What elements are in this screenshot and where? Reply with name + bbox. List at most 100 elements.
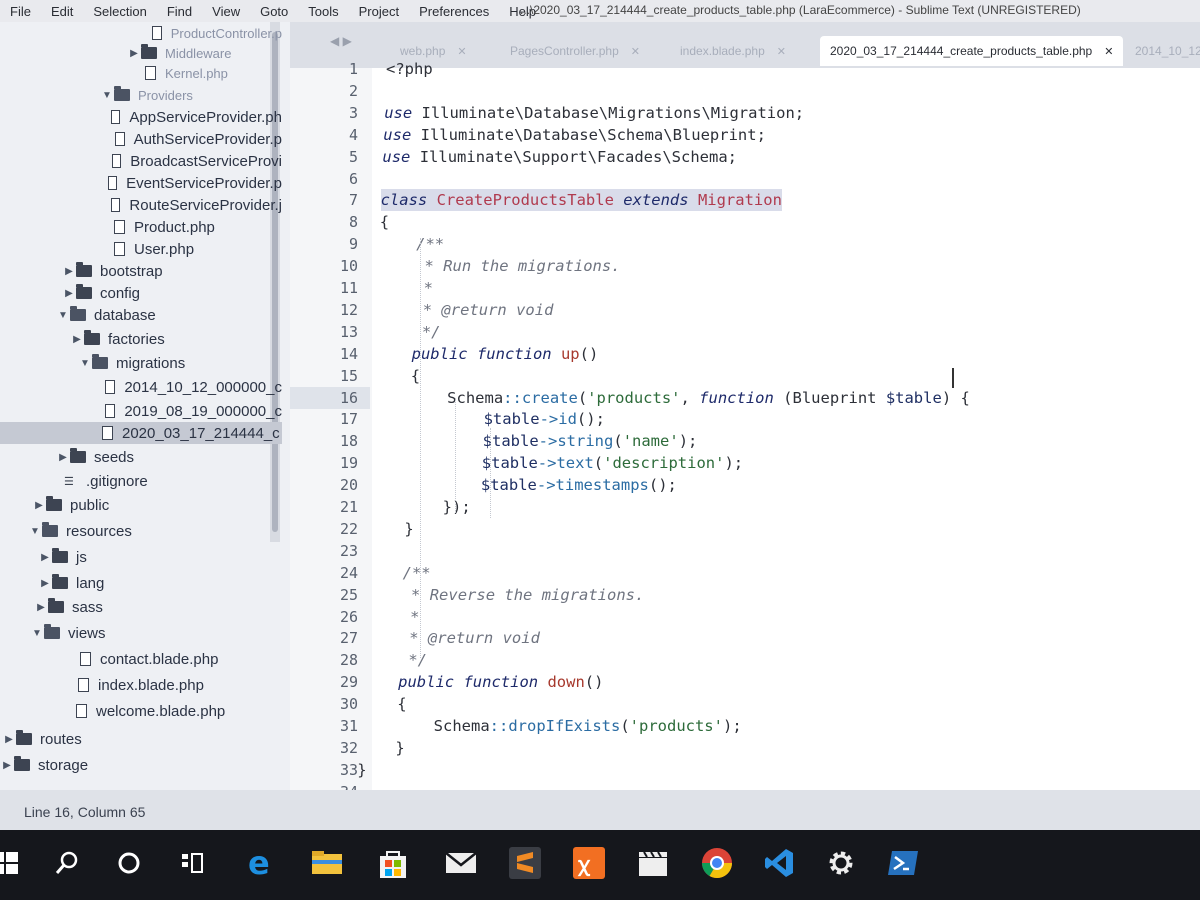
code-line[interactable]: public function down() bbox=[361, 671, 603, 693]
tab-nav-arrows[interactable]: ◀ ▶ bbox=[330, 34, 352, 48]
expanded-arrow-icon[interactable]: ▼ bbox=[30, 628, 44, 639]
tab-file[interactable]: index.blade.php ✕ bbox=[670, 36, 796, 66]
code-line[interactable]: Schema::create('products', function (Blu… bbox=[373, 387, 970, 409]
store-icon[interactable] bbox=[372, 842, 414, 884]
sidebar-folder[interactable]: ▶ Middleware bbox=[0, 42, 282, 64]
sidebar-folder[interactable]: ▶ sass bbox=[0, 596, 282, 618]
sidebar-file[interactable]: ProductController.p bbox=[0, 22, 282, 44]
collapsed-arrow-icon[interactable]: ▶ bbox=[32, 500, 46, 511]
windows-start-icon[interactable] bbox=[0, 842, 28, 884]
collapsed-arrow-icon[interactable]: ▶ bbox=[38, 578, 52, 589]
code-line[interactable]: */ bbox=[362, 649, 427, 671]
menu-item-project[interactable]: Project bbox=[349, 4, 409, 19]
file-explorer-icon[interactable] bbox=[306, 842, 348, 884]
tab-active-file[interactable]: 2020_03_17_214444_create_products_table.… bbox=[820, 36, 1124, 66]
collapsed-arrow-icon[interactable]: ▶ bbox=[56, 452, 70, 463]
tab-file[interactable]: 2014_10_12_ bbox=[1125, 36, 1200, 66]
sidebar-folder[interactable]: ▼ views bbox=[0, 622, 282, 644]
sidebar-folder[interactable]: ▶ public bbox=[0, 494, 282, 516]
collapsed-arrow-icon[interactable]: ▶ bbox=[127, 48, 141, 59]
code-line[interactable]: } bbox=[357, 759, 366, 781]
menu-item-tools[interactable]: Tools bbox=[298, 4, 348, 19]
chrome-icon[interactable] bbox=[696, 842, 738, 884]
menu-item-goto[interactable]: Goto bbox=[250, 4, 298, 19]
sublime-text-icon[interactable] bbox=[504, 842, 546, 884]
xampp-icon[interactable]: ꭓ bbox=[568, 842, 610, 884]
cortana-icon[interactable] bbox=[108, 842, 150, 884]
collapsed-arrow-icon[interactable]: ▶ bbox=[38, 552, 52, 563]
code-line[interactable]: <?php bbox=[386, 58, 433, 80]
sidebar-file[interactable]: 2014_10_12_000000_c bbox=[0, 376, 282, 398]
sidebar-folder[interactable]: ▼ database bbox=[0, 304, 282, 326]
sidebar-folder[interactable]: ▶ config bbox=[0, 282, 282, 304]
sidebar-folder[interactable]: ▶ seeds bbox=[0, 446, 282, 468]
sidebar-folder[interactable]: ▶ storage bbox=[0, 754, 282, 776]
sidebar-file[interactable]: BroadcastServiceProvi bbox=[0, 150, 282, 172]
sidebar-file[interactable]: Kernel.php bbox=[0, 62, 282, 84]
collapsed-arrow-icon[interactable]: ▶ bbox=[2, 734, 16, 745]
sidebar-file[interactable]: 2020_03_17_214444_c bbox=[0, 422, 282, 444]
code-line[interactable]: use Illuminate\Database\Schema\Blueprint… bbox=[383, 124, 766, 146]
code-line[interactable]: use Illuminate\Database\Migrations\Migra… bbox=[384, 102, 804, 124]
code-line[interactable]: class CreateProductsTable extends Migrat… bbox=[380, 189, 782, 212]
collapsed-arrow-icon[interactable]: ▶ bbox=[70, 334, 84, 345]
code-line[interactable]: Schema::dropIfExists('products'); bbox=[359, 715, 742, 737]
sidebar-folder[interactable]: ▶ factories bbox=[0, 328, 282, 350]
sidebar-file[interactable]: contact.blade.php bbox=[0, 648, 282, 670]
sidebar-folder[interactable]: ▼ Providers bbox=[0, 84, 282, 106]
code-line[interactable]: */ bbox=[375, 321, 441, 343]
sidebar-folder[interactable]: ▼ migrations bbox=[0, 352, 282, 374]
expanded-arrow-icon[interactable]: ▼ bbox=[78, 358, 92, 369]
sidebar-file[interactable]: EventServiceProvider.p bbox=[0, 172, 282, 194]
collapsed-arrow-icon[interactable]: ▶ bbox=[62, 288, 76, 299]
code-line[interactable]: } bbox=[358, 737, 404, 759]
sidebar-folder[interactable]: ▶ bootstrap bbox=[0, 260, 282, 282]
expanded-arrow-icon[interactable]: ▼ bbox=[56, 310, 70, 321]
sidebar-file[interactable]: index.blade.php bbox=[0, 674, 282, 696]
code-line[interactable]: * @return void bbox=[376, 299, 554, 321]
expanded-arrow-icon[interactable]: ▼ bbox=[100, 90, 114, 101]
menu-item-selection[interactable]: Selection bbox=[83, 4, 156, 19]
menu-item-view[interactable]: View bbox=[202, 4, 250, 19]
sidebar-folder[interactable]: ▼ resources bbox=[0, 520, 282, 542]
code-line[interactable]: use Illuminate\Support\Facades\Schema; bbox=[382, 146, 737, 168]
code-line[interactable]: * Run the migrations. bbox=[378, 255, 621, 277]
code-line[interactable]: { bbox=[360, 693, 406, 715]
edge-icon[interactable]: e bbox=[240, 842, 282, 884]
sidebar-folder[interactable]: ▶ routes bbox=[0, 728, 282, 750]
sidebar-folder[interactable]: ▶ js bbox=[0, 546, 282, 568]
code-line[interactable]: $table->text('description'); bbox=[370, 452, 743, 474]
sidebar-file[interactable]: ☰ .gitignore bbox=[0, 470, 282, 492]
code-line[interactable]: * @return void bbox=[363, 627, 540, 649]
code-line[interactable]: { bbox=[380, 211, 389, 233]
sidebar-file[interactable]: AuthServiceProvider.p bbox=[0, 128, 282, 150]
collapsed-arrow-icon[interactable]: ▶ bbox=[62, 266, 76, 277]
sidebar-file[interactable]: User.php bbox=[0, 238, 282, 260]
code-line[interactable]: { bbox=[373, 365, 420, 387]
code-line[interactable]: * Reverse the migrations. bbox=[364, 584, 644, 606]
menu-item-edit[interactable]: Edit bbox=[41, 4, 83, 19]
code-line[interactable]: * bbox=[377, 277, 433, 299]
code-line[interactable]: * bbox=[364, 606, 419, 628]
video-editor-icon[interactable] bbox=[632, 842, 674, 884]
code-line[interactable]: $table->id(); bbox=[372, 408, 605, 430]
expanded-arrow-icon[interactable]: ▼ bbox=[28, 526, 42, 537]
code-line[interactable]: $table->timestamps(); bbox=[369, 474, 677, 496]
sidebar-file[interactable]: 2019_08_19_000000_c bbox=[0, 400, 282, 422]
sidebar-file[interactable]: Product.php bbox=[0, 216, 282, 238]
vscode-icon[interactable] bbox=[758, 842, 800, 884]
menu-item-preferences[interactable]: Preferences bbox=[409, 4, 499, 19]
settings-icon[interactable] bbox=[820, 842, 862, 884]
task-view-icon[interactable] bbox=[172, 842, 214, 884]
code-line[interactable]: public function up() bbox=[374, 343, 599, 365]
collapsed-arrow-icon[interactable]: ▶ bbox=[34, 602, 48, 613]
menu-item-find[interactable]: Find bbox=[157, 4, 202, 19]
collapsed-arrow-icon[interactable]: ▶ bbox=[0, 760, 14, 771]
powershell-icon[interactable] bbox=[882, 842, 924, 884]
close-icon[interactable]: ✕ bbox=[1104, 45, 1113, 58]
close-icon[interactable]: ✕ bbox=[631, 45, 640, 58]
mail-icon[interactable] bbox=[440, 842, 482, 884]
close-icon[interactable]: ✕ bbox=[777, 45, 786, 58]
search-icon[interactable] bbox=[46, 842, 88, 884]
tab-file[interactable]: PagesController.php ✕ bbox=[500, 36, 650, 66]
